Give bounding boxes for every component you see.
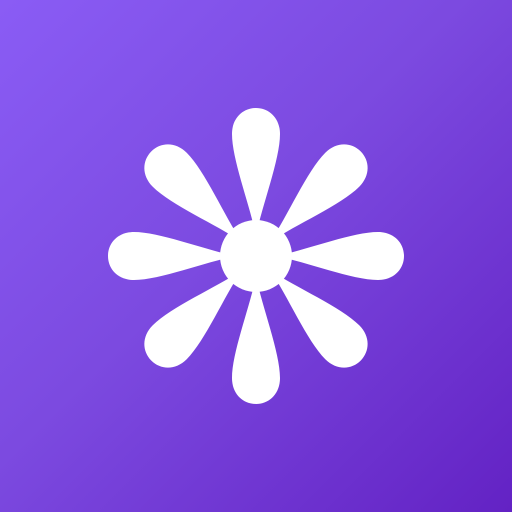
- flower-petal: [108, 232, 236, 280]
- flower-logo-icon: [108, 108, 404, 404]
- app-icon-tile: [0, 0, 512, 512]
- flower-center: [220, 220, 292, 292]
- flower-petal: [232, 108, 280, 236]
- flower-petal: [276, 232, 404, 280]
- flower-petal: [232, 276, 280, 404]
